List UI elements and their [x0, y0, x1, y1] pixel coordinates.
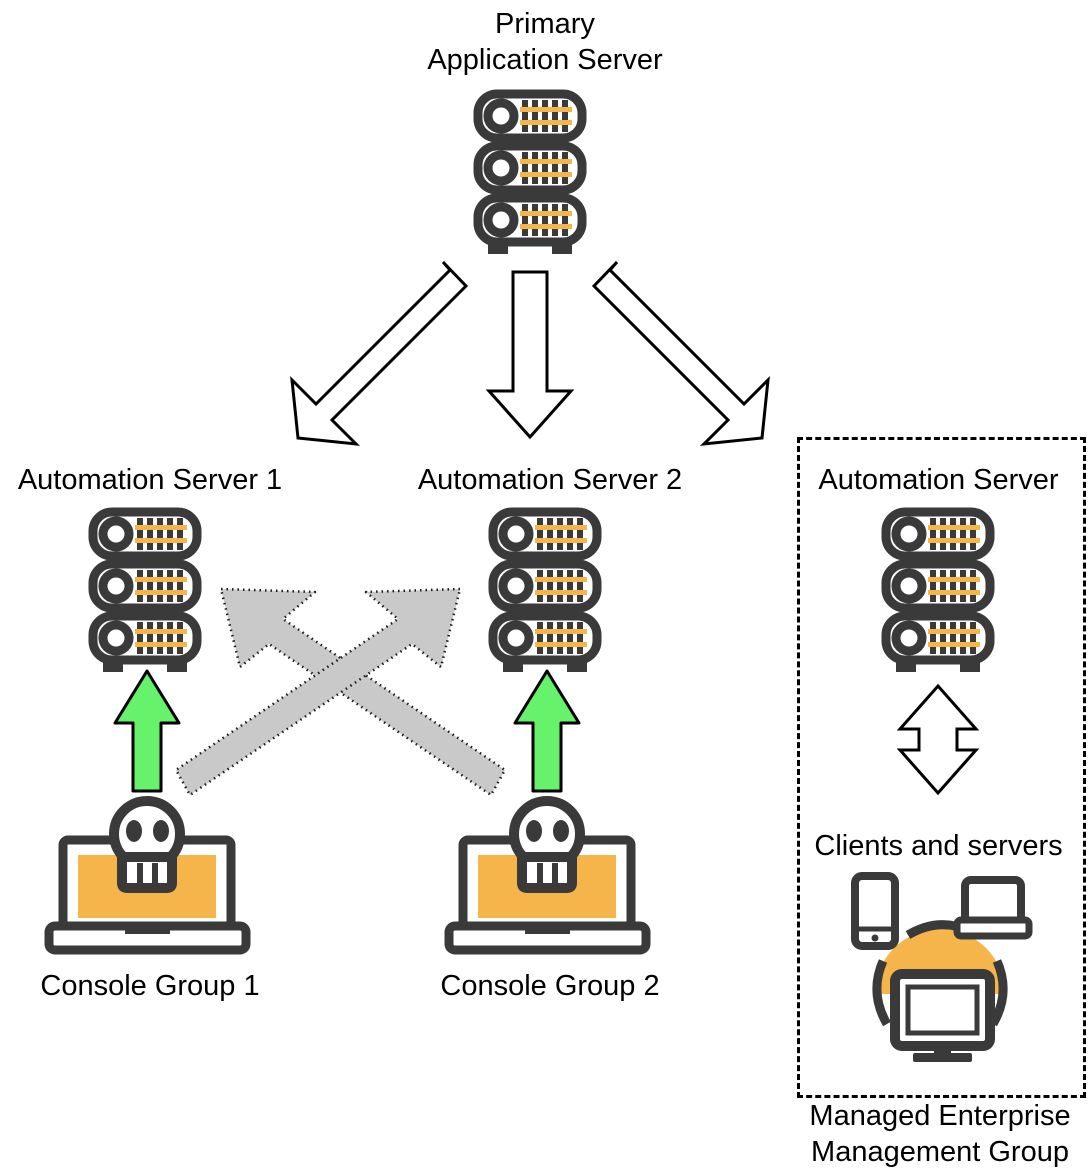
arrow-console-1-to-automation-1	[113, 669, 181, 793]
arrow-console-2-to-automation-1	[219, 587, 507, 797]
server-rack-icon	[488, 507, 602, 672]
server-rack-icon	[88, 507, 202, 672]
laptop-skull-icon	[44, 796, 251, 955]
arrow-primary-to-automation-3	[591, 260, 770, 446]
diagram-canvas: Primary Application Server Automation Se…	[0, 0, 1092, 1174]
arrow-primary-to-automation-2	[485, 270, 575, 440]
automation-server-2-icon-wrap	[485, 506, 607, 672]
console-group-1-label: Console Group 1	[40, 970, 260, 1002]
automation-server-3-label: Automation Server	[818, 464, 1059, 496]
automation-server-1-icon-wrap	[85, 506, 207, 672]
managed-enterprise-group-label: Managed Enterprise Management Group	[809, 1100, 1071, 1168]
automation-server-2-label: Automation Server 2	[417, 464, 683, 496]
primary-server-label: Primary Application Server	[427, 8, 663, 76]
clients-and-servers-label: Clients and servers	[814, 830, 1063, 862]
arrow-primary-to-automation-1	[290, 260, 469, 446]
arrow-console-2-to-automation-2	[513, 669, 581, 793]
console-group-2-label: Console Group 2	[440, 970, 660, 1002]
laptop-skull-icon	[444, 796, 651, 955]
arrow-console-1-to-automation-2	[174, 587, 462, 797]
clients-and-servers-icon-wrap	[845, 868, 1035, 1064]
automation-server-1-label: Automation Server 1	[17, 464, 283, 496]
server-rack-icon	[881, 507, 995, 672]
devices-cluster-icon	[851, 872, 1033, 1062]
server-rack-icon	[473, 89, 587, 254]
console-group-2-icon-wrap	[444, 796, 651, 955]
automation-server-3-icon-wrap	[878, 506, 1000, 672]
primary-server-icon-wrap	[470, 88, 592, 254]
console-group-1-icon-wrap	[44, 796, 251, 955]
